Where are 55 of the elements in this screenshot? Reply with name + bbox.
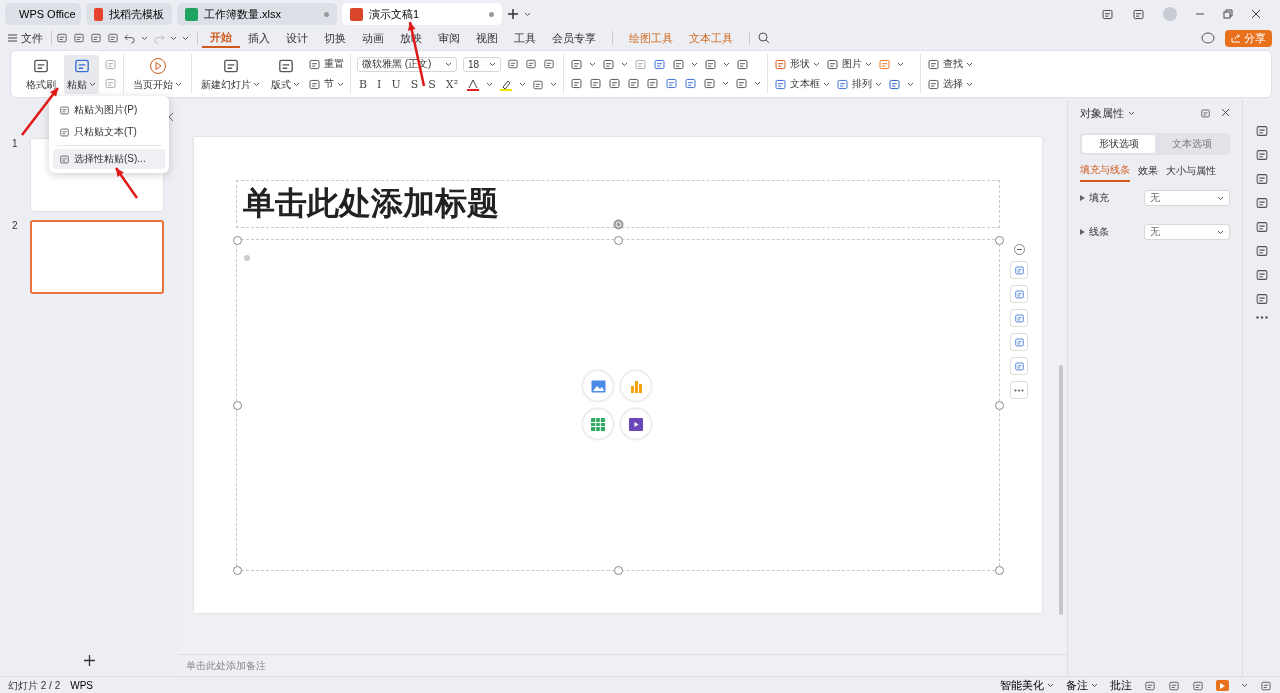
ribbon-tab[interactable]: 插入 [240,28,278,48]
arrange-button[interactable]: 排列 [836,77,883,91]
format-button[interactable]: I [375,78,384,91]
shape-button[interactable]: 形状 [774,57,821,71]
font-size-field[interactable]: 18 [463,56,501,72]
panel-subtab[interactable]: 填充与线条 [1080,163,1130,182]
find-button[interactable]: 查找 [927,57,974,71]
menu-item[interactable]: 只粘贴文本(T) [53,122,165,142]
file-menu[interactable]: 文件 [17,28,47,48]
picture-button[interactable]: 图片 [826,57,873,71]
panel-subtab[interactable]: 效果 [1138,163,1158,182]
layout-button[interactable]: 版式 [268,54,303,94]
window-tab[interactable]: 演示文稿1 [342,3,502,25]
ribbon-tab[interactable]: 会员专享 [544,28,604,48]
ribbon-tab[interactable]: 切换 [316,28,354,48]
property-dropdown[interactable]: 无 [1144,190,1230,206]
reset-button[interactable]: 重置 [308,57,344,71]
start-show-button[interactable]: 当页开始 [130,54,185,94]
format-button[interactable]: S [408,78,421,91]
comments-button[interactable]: 批注 [1110,678,1132,693]
ribbon-tab[interactable]: 审阅 [430,28,468,48]
ribbon-tab[interactable]: 工具 [506,28,544,48]
panel-subtab[interactable]: 大小与属性 [1166,163,1216,182]
textbox-button[interactable]: 文本框 [774,77,831,91]
format-button[interactable]: U [389,78,403,91]
window-tab[interactable]: WPS Office [5,3,81,25]
new-slide-button[interactable]: 新建幻灯片 [198,54,263,94]
title-placeholder[interactable]: 单击此处添加标题 [236,180,1000,228]
menu-item[interactable]: 粘贴为图片(P) [53,100,165,120]
notes-button[interactable]: 备注 [1066,678,1098,693]
ribbon-tab[interactable]: 视图 [468,28,506,48]
format-painter-button[interactable]: 格式刷 [23,54,59,94]
theme-button[interactable]: WPS [70,680,94,691]
slide-count: 幻灯片 2 / 2 [8,678,61,693]
ribbon-tab[interactable]: 动画 [354,28,392,48]
format-button[interactable]: S [426,78,438,91]
ribbon-tab[interactable]: 开始 [202,28,240,48]
property-dropdown[interactable]: 无 [1144,224,1230,240]
slide-number: 2 [12,220,19,231]
paste-button[interactable]: 粘贴 [64,54,99,94]
window-tab[interactable]: 工作簿数量.xlsx [177,3,337,25]
ribbon-tab[interactable]: 设计 [278,28,316,48]
panel-tab[interactable]: 文本选项 [1155,135,1228,153]
beautify-button[interactable]: 智能美化 [1000,678,1054,693]
property-label: 填充 [1089,191,1109,205]
menu-item[interactable]: 选择性粘贴(S)... [53,149,165,169]
section-button[interactable]: 节 [308,77,344,91]
select-button[interactable]: 选择 [927,77,974,91]
format-button[interactable]: X² [443,78,461,91]
property-label: 线条 [1089,225,1109,239]
slide-number: 1 [12,138,19,149]
panel-tab[interactable]: 形状选项 [1082,135,1155,153]
panel-title[interactable]: 对象属性 [1080,106,1124,121]
window-tab[interactable]: 找稻壳模板 [86,3,172,25]
format-button[interactable]: B [357,78,370,91]
